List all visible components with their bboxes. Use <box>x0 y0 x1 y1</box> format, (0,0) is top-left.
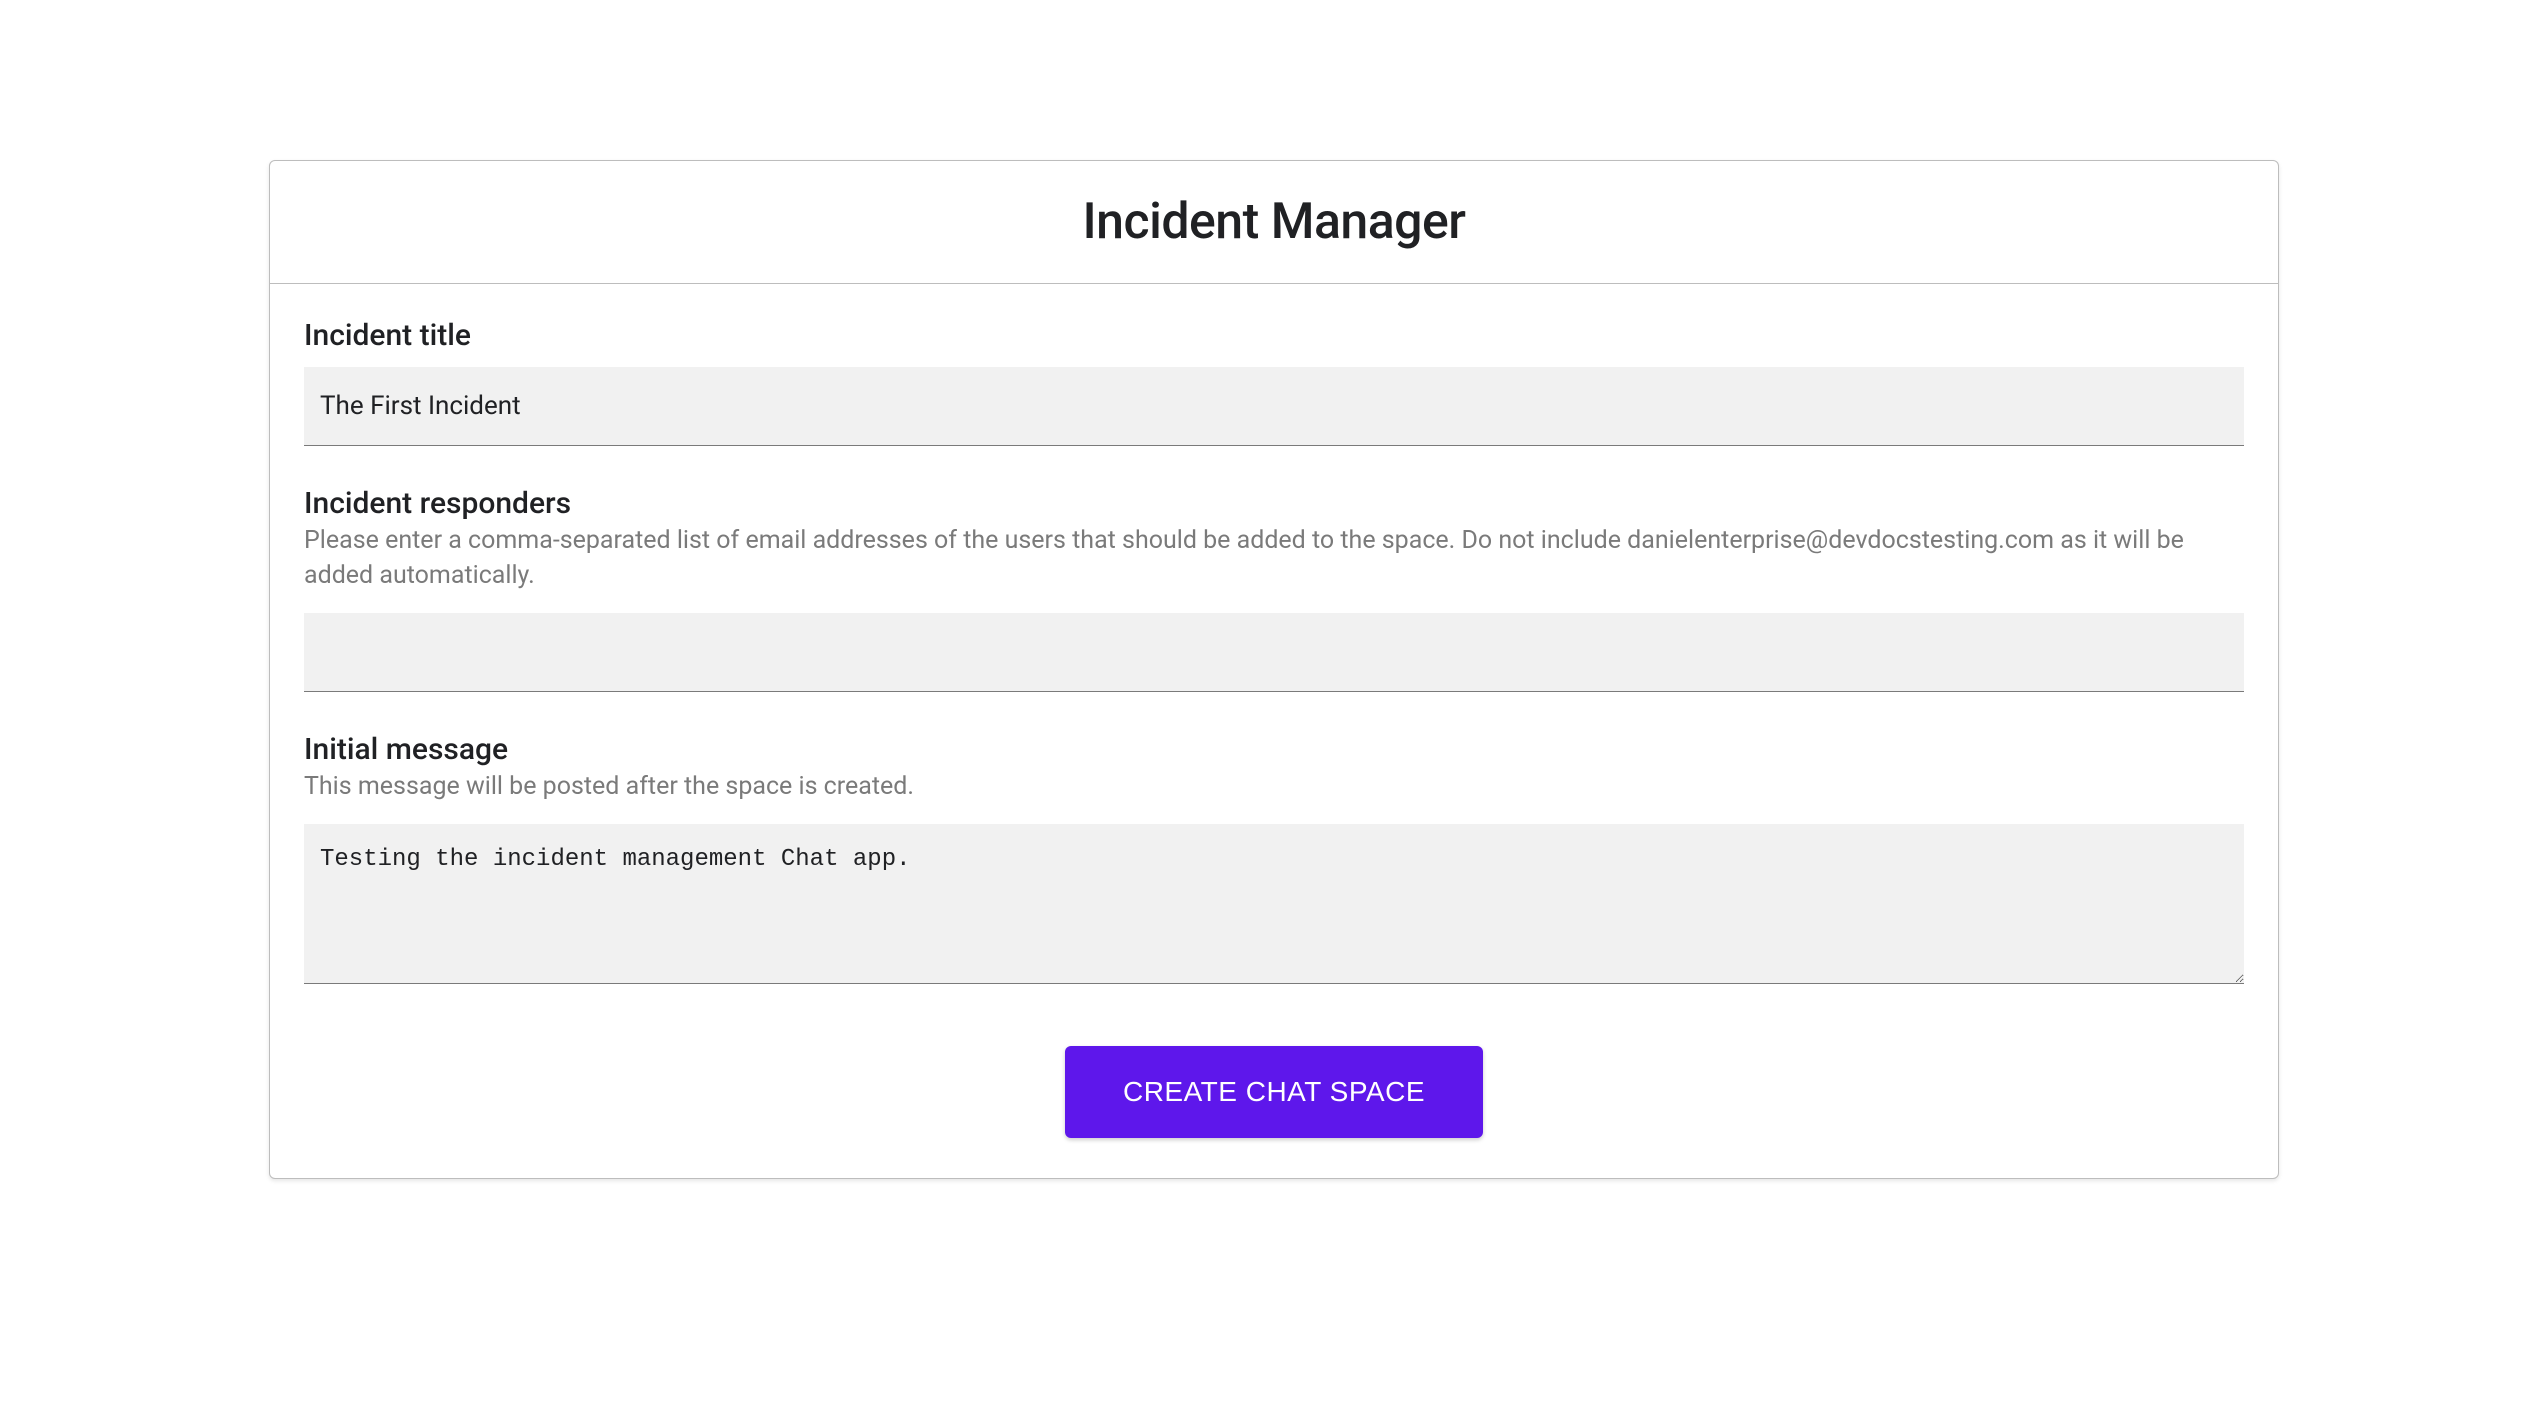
incident-responders-input[interactable] <box>304 613 2244 692</box>
page-title: Incident Manager <box>270 193 2278 251</box>
incident-responders-section: Incident responders Please enter a comma… <box>304 486 2244 692</box>
initial-message-helper: This message will be posted after the sp… <box>304 769 2244 804</box>
initial-message-section: Initial message This message will be pos… <box>304 732 2244 988</box>
card-header: Incident Manager <box>270 161 2278 284</box>
initial-message-textarea[interactable] <box>304 824 2244 984</box>
incident-responders-label: Incident responders <box>304 486 2244 521</box>
incident-responders-helper: Please enter a comma-separated list of e… <box>304 523 2244 593</box>
incident-title-input[interactable] <box>304 367 2244 446</box>
initial-message-label: Initial message <box>304 732 2244 767</box>
card-body: Incident title Incident responders Pleas… <box>270 284 2278 1178</box>
create-chat-space-button[interactable]: CREATE CHAT SPACE <box>1065 1046 1483 1138</box>
incident-title-label: Incident title <box>304 318 2244 353</box>
button-container: CREATE CHAT SPACE <box>304 1046 2244 1138</box>
incident-title-section: Incident title <box>304 318 2244 446</box>
incident-manager-card: Incident Manager Incident title Incident… <box>269 160 2279 1179</box>
